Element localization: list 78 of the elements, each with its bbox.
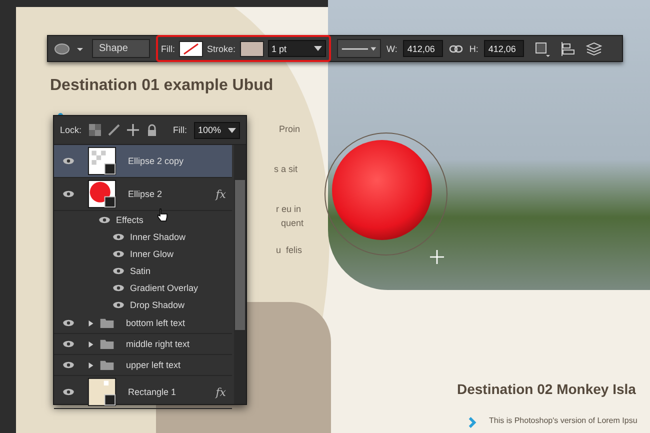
stroke-label: Stroke:	[207, 44, 236, 54]
eye-icon[interactable]	[62, 157, 75, 165]
effect-item[interactable]: Inner Glow	[130, 248, 174, 258]
height-label: H:	[469, 44, 478, 54]
width-label: W:	[386, 44, 398, 54]
crosshair-cursor-icon	[430, 250, 444, 264]
line-style-icon	[340, 46, 377, 52]
effects-indicator: fx	[216, 188, 226, 200]
scrollbar[interactable]	[234, 145, 246, 404]
expand-arrow-icon[interactable]	[88, 320, 94, 326]
eye-icon[interactable]	[112, 232, 125, 240]
expand-arrow-icon[interactable]	[88, 340, 94, 348]
layer-thumbnail	[88, 180, 116, 208]
fill-label: Fill:	[173, 125, 187, 135]
effect-item[interactable]: Satin	[130, 266, 151, 276]
shape-mode-dropdown[interactable]: Shape	[92, 39, 150, 58]
body-text: u felis	[276, 245, 302, 255]
lock-icon[interactable]	[146, 124, 158, 136]
eye-icon[interactable]	[112, 300, 125, 308]
body-text: Proin	[279, 124, 300, 134]
effect-item[interactable]: Inner Shadow	[130, 232, 186, 242]
caret-icon[interactable]	[228, 128, 236, 132]
stroke-swatch[interactable]	[240, 40, 264, 56]
height-field[interactable]: 412,06	[484, 40, 524, 57]
move-icon[interactable]	[126, 124, 139, 136]
eye-icon[interactable]	[62, 319, 75, 327]
eye-icon[interactable]	[62, 388, 75, 396]
chevron-icon	[468, 417, 477, 428]
align-icon[interactable]	[560, 40, 576, 56]
fill-swatch[interactable]	[179, 40, 203, 56]
effect-item[interactable]: Drop Shadow	[130, 300, 185, 310]
stroke-width-field[interactable]: 1 pt	[268, 40, 326, 57]
folder-icon	[100, 360, 114, 370]
layer-name: Ellipse 2 copy	[128, 156, 184, 166]
body-text: r eu in	[276, 204, 302, 214]
caret-icon[interactable]	[314, 46, 322, 51]
heading: Destination 02 Monkey Isla	[457, 381, 636, 397]
link-icon[interactable]	[449, 44, 464, 52]
eye-icon[interactable]	[112, 250, 125, 258]
layer-thumbnail	[88, 147, 116, 175]
lock-label: Lock:	[60, 125, 82, 135]
layer-name: bottom left text	[126, 318, 186, 328]
hand-cursor-icon	[156, 208, 168, 222]
eye-icon[interactable]	[62, 361, 75, 369]
checker-lock-icon[interactable]	[88, 124, 101, 136]
layer-name: upper left text	[126, 360, 181, 370]
eye-icon[interactable]	[62, 190, 75, 198]
eye-icon[interactable]	[112, 284, 125, 292]
path-operations-icon[interactable]	[534, 40, 550, 56]
layer-group-row[interactable]: upper left text	[54, 355, 232, 376]
eye-icon[interactable]	[112, 266, 125, 274]
folder-icon	[100, 339, 114, 349]
layer-name: Ellipse 2	[128, 189, 162, 199]
layer-group-row[interactable]: middle right text	[54, 334, 232, 355]
body-text: quent	[281, 218, 304, 228]
layer-name: Rectangle 1	[128, 387, 176, 397]
layer-name: middle right text	[126, 339, 190, 349]
effect-item[interactable]: Gradient Overlay	[130, 282, 198, 292]
width-field[interactable]: 412,06	[403, 40, 444, 57]
folder-icon	[100, 318, 114, 328]
stroke-style-dropdown[interactable]	[336, 39, 381, 58]
heading: Destination 01 example Ubud	[50, 77, 274, 95]
effects-indicator: fx	[216, 386, 226, 398]
body-text: This is Photoshop's version of Lorem Ipsu	[489, 416, 638, 425]
fill-label: Fill:	[161, 44, 175, 54]
layer-row[interactable]: Ellipse 2 copy	[54, 145, 232, 178]
eye-icon[interactable]	[98, 216, 111, 224]
eye-icon[interactable]	[62, 340, 75, 348]
effects-label[interactable]: Effects	[116, 214, 144, 224]
ellipse-tool-button[interactable]	[54, 42, 86, 56]
brush-icon[interactable]	[108, 124, 120, 136]
body-text: s a sit	[274, 164, 298, 174]
arrange-icon[interactable]	[586, 40, 602, 56]
expand-arrow-icon[interactable]	[88, 362, 94, 368]
layer-row[interactable]: Ellipse 2 fx	[54, 178, 232, 211]
layer-group-row[interactable]: bottom left text	[54, 313, 232, 334]
fill-opacity-field[interactable]: 100%	[194, 122, 240, 138]
layer-row[interactable]: Rectangle 1 fx	[54, 376, 232, 409]
